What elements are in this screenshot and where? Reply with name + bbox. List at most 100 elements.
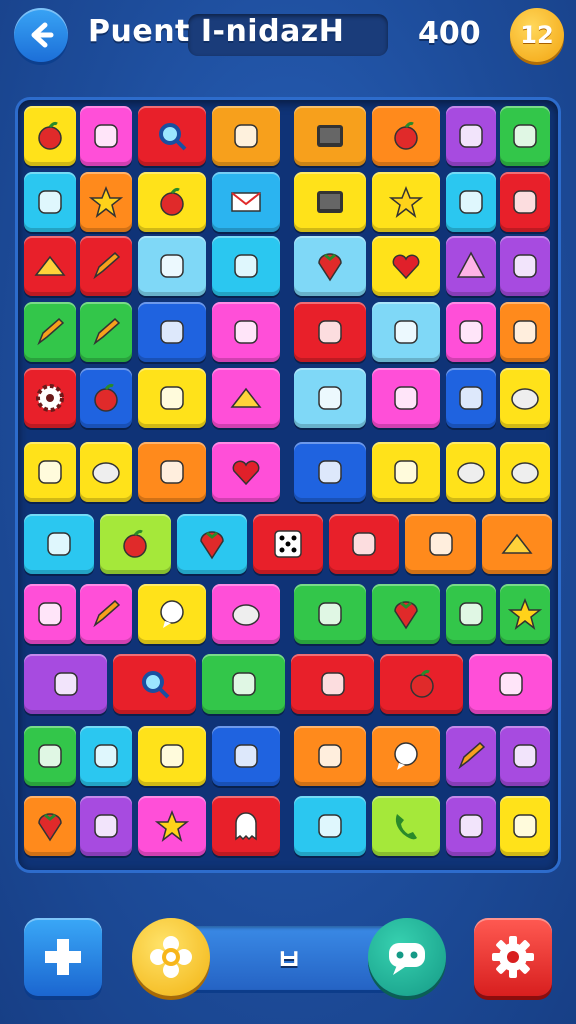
board-tile[interactable] [446,796,496,856]
board-tile[interactable] [500,302,550,362]
shell-icon [513,254,537,278]
board-tile[interactable] [212,172,280,232]
board-tile[interactable] [481,514,552,574]
board-tile[interactable] [372,106,440,166]
board-tile[interactable] [446,368,496,428]
board-tile[interactable] [80,726,132,786]
board-tile[interactable] [80,302,132,362]
shell-icon [318,602,342,626]
board-tile[interactable] [212,442,280,502]
board-tile[interactable] [500,442,550,502]
board-tile[interactable] [212,302,280,362]
board-tile[interactable] [212,106,280,166]
board-tile[interactable] [500,796,550,856]
board-tile[interactable] [446,584,496,644]
board-tile[interactable] [212,236,280,296]
board-tile[interactable] [329,514,400,574]
board-tile[interactable] [446,442,496,502]
board-tile[interactable] [294,172,366,232]
board-tile[interactable] [372,726,440,786]
board-tile[interactable] [294,796,366,856]
board-tile[interactable] [80,796,132,856]
flower-button[interactable] [132,918,210,996]
board-tile[interactable] [294,302,366,362]
board-tile[interactable] [138,796,206,856]
board-tile[interactable] [24,796,76,856]
board-tile[interactable] [24,172,76,232]
board-tile[interactable] [176,514,247,574]
board-tile[interactable] [138,302,206,362]
board-tile[interactable] [372,368,440,428]
board-tile[interactable] [446,106,496,166]
board-tile[interactable] [138,442,206,502]
board-tile[interactable] [500,106,550,166]
board-tile[interactable] [446,236,496,296]
board-tile[interactable] [80,584,132,644]
board-tile[interactable] [138,172,206,232]
board-tile[interactable] [80,106,132,166]
gem-icon [231,672,256,696]
board-tile[interactable] [113,654,196,714]
back-button[interactable] [14,8,68,62]
board-tile[interactable] [294,584,366,644]
board-tile[interactable] [500,368,550,428]
board-tile[interactable] [469,654,552,714]
board-tile[interactable] [294,368,366,428]
board-tile[interactable] [80,172,132,232]
board-tile[interactable] [138,106,206,166]
board-tile[interactable] [212,796,280,856]
magnifier-icon [141,671,169,699]
chat-button[interactable] [368,918,446,996]
board-tile[interactable] [138,726,206,786]
tablet-icon [317,191,343,213]
board-tile[interactable] [372,172,440,232]
board-tile[interactable] [252,514,324,574]
board-tile[interactable] [446,726,496,786]
board-tile[interactable] [500,236,550,296]
board-tile[interactable] [80,368,132,428]
board-tile[interactable] [24,726,76,786]
board-tile[interactable] [380,654,463,714]
board-tile[interactable] [24,302,76,362]
board-tile[interactable] [24,514,95,574]
bone-icon [318,386,342,410]
board-tile[interactable] [212,368,280,428]
board-tile[interactable] [138,368,206,428]
board-tile[interactable] [372,442,440,502]
board-tile[interactable] [294,726,366,786]
board-tile[interactable] [24,106,76,166]
cloud-icon [92,462,120,484]
board-tile[interactable] [446,172,496,232]
board-tile[interactable] [80,442,132,502]
board-tile[interactable] [294,106,366,166]
add-button[interactable] [24,918,102,996]
board-tile[interactable] [24,368,76,428]
board-tile[interactable] [202,654,285,714]
board-tile[interactable] [294,236,366,296]
level-badge[interactable]: 12 [510,8,564,62]
board-tile[interactable] [446,302,496,362]
board-tile[interactable] [24,584,76,644]
board-tile[interactable] [138,236,206,296]
settings-button[interactable] [474,918,552,996]
jar-icon [459,814,483,838]
board-tile[interactable] [294,442,366,502]
board-tile[interactable] [24,236,76,296]
board-tile[interactable] [500,172,550,232]
board-tile[interactable] [291,654,374,714]
board-tile[interactable] [100,514,171,574]
board-tile[interactable] [500,726,550,786]
board-tile[interactable] [372,302,440,362]
board-tile[interactable] [138,584,206,644]
board-tile[interactable] [24,654,107,714]
board-tile[interactable] [405,514,476,574]
board-tile[interactable] [212,584,280,644]
board-tile[interactable] [500,584,550,644]
board-tile[interactable] [372,584,440,644]
board-tile[interactable] [212,726,280,786]
board-tile[interactable] [80,236,132,296]
board-tile[interactable] [372,796,440,856]
flower-icon [150,936,192,978]
board-tile[interactable] [24,442,76,502]
board-tile[interactable] [372,236,440,296]
